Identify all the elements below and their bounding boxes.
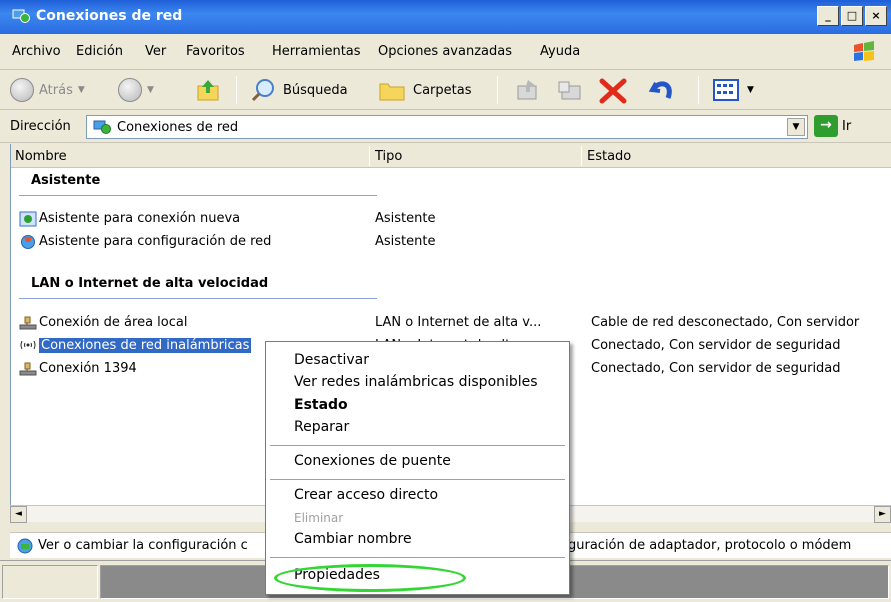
forward-arrow-icon xyxy=(118,78,142,102)
network-connections-icon xyxy=(93,120,111,134)
close-button[interactable]: × xyxy=(865,6,887,26)
menu-ver[interactable]: Ver xyxy=(145,44,166,59)
item-type: Asistente xyxy=(375,234,436,249)
chevron-down-icon: ▼ xyxy=(747,85,754,95)
item-name: Conexión 1394 xyxy=(39,361,137,376)
windows-logo-icon xyxy=(854,41,874,61)
menu-separator xyxy=(270,445,565,446)
menu-item-estado[interactable]: Estado xyxy=(294,397,348,413)
item-status: Cable de red desconectado, Con servidor xyxy=(591,315,860,330)
menu-edicion[interactable]: Edición xyxy=(76,44,123,59)
menu-archivo[interactable]: Archivo xyxy=(12,44,61,59)
address-dropdown-button[interactable]: ▼ xyxy=(787,118,805,136)
menu-favoritos[interactable]: Favoritos xyxy=(186,44,245,59)
go-label: Ir xyxy=(842,118,852,134)
move-to-icon xyxy=(517,80,537,100)
go-button[interactable]: → Ir xyxy=(814,115,851,137)
highlight-annotation xyxy=(274,564,466,592)
search-button[interactable]: Búsqueda xyxy=(250,78,348,102)
info-text-right: guración de adaptador, protocolo o módem xyxy=(568,538,852,553)
list-item[interactable]: Conexión de área local LAN o Internet de… xyxy=(11,312,891,334)
delete-button[interactable] xyxy=(598,78,628,104)
item-type: Asistente xyxy=(375,211,436,226)
maximize-button[interactable]: □ xyxy=(841,6,863,26)
menu-ayuda[interactable]: Ayuda xyxy=(540,44,580,59)
item-status: Conectado, Con servidor de seguridad xyxy=(591,361,841,376)
column-header-tipo[interactable]: Tipo xyxy=(375,149,402,164)
item-name: Asistente para conexión nueva xyxy=(39,211,241,226)
back-arrow-icon xyxy=(10,78,34,102)
search-icon xyxy=(251,79,274,102)
address-bar: Dirección Conexiones de red ▼ → Ir xyxy=(0,111,891,143)
address-value: Conexiones de red xyxy=(117,120,239,135)
minimize-button[interactable]: _ xyxy=(817,6,839,26)
menu-item-reparar[interactable]: Reparar xyxy=(294,419,349,435)
group-header-lan: LAN o Internet de alta velocidad xyxy=(31,276,269,291)
address-input[interactable]: Conexiones de red ▼ xyxy=(86,115,808,139)
chevron-down-icon: ▼ xyxy=(147,85,154,95)
folders-icon xyxy=(379,83,405,101)
menu-bar: Archivo Edición Ver Favoritos Herramient… xyxy=(0,34,891,70)
group-divider xyxy=(19,298,377,299)
scroll-right-button[interactable]: ► xyxy=(874,506,891,523)
menu-separator xyxy=(270,557,565,558)
item-name: Conexión de área local xyxy=(39,315,188,330)
scroll-left-button[interactable]: ◄ xyxy=(10,506,27,523)
go-arrow-icon: → xyxy=(814,115,838,137)
lan-connection-icon xyxy=(19,316,37,330)
delete-x-icon xyxy=(599,78,627,104)
menu-item-conexiones-puente[interactable]: Conexiones de puente xyxy=(294,453,451,469)
item-status: Conectado, Con servidor de seguridad xyxy=(591,338,841,353)
move-to-button[interactable] xyxy=(514,78,542,102)
menu-item-cambiar-nombre[interactable]: Cambiar nombre xyxy=(294,531,412,547)
undo-icon xyxy=(648,81,672,99)
column-header-row: Nombre Tipo Estado xyxy=(11,144,891,168)
folder-up-icon xyxy=(197,80,219,101)
title-bar: Conexiones de red _ □ × xyxy=(0,0,891,34)
item-type: LAN o Internet de alta v... xyxy=(375,315,542,330)
search-label: Búsqueda xyxy=(283,82,348,98)
network-connections-icon xyxy=(12,9,30,23)
group-header-asistente: Asistente xyxy=(31,173,101,188)
folders-label: Carpetas xyxy=(413,82,472,98)
status-pane xyxy=(2,565,98,599)
menu-item-crear-acceso[interactable]: Crear acceso directo xyxy=(294,487,438,503)
copy-to-button[interactable] xyxy=(556,78,584,102)
lan-connection-icon xyxy=(19,362,37,376)
chevron-down-icon: ▼ xyxy=(77,85,85,95)
back-label: Atrás xyxy=(39,82,73,98)
back-button[interactable]: Atrás ▼ xyxy=(10,78,85,102)
column-header-nombre[interactable]: Nombre xyxy=(15,149,67,164)
column-header-estado[interactable]: Estado xyxy=(587,149,631,164)
menu-item-eliminar: Eliminar xyxy=(294,511,344,525)
address-label: Dirección xyxy=(10,119,71,134)
views-icon xyxy=(713,79,739,101)
wireless-connection-icon xyxy=(20,340,36,350)
window-title: Conexiones de red xyxy=(36,8,183,24)
toolbar: Atrás ▼ ▼ Búsqueda Carpetas ▼ xyxy=(0,70,891,110)
list-item[interactable]: Asistente para conexión nueva Asistente xyxy=(11,208,891,230)
menu-item-ver-redes[interactable]: Ver redes inalámbricas disponibles xyxy=(294,374,538,390)
folders-button[interactable]: Carpetas xyxy=(378,78,471,102)
item-name: Conexiones de red inalámbricas xyxy=(39,338,252,353)
network-icon xyxy=(17,538,33,554)
new-connection-wizard-icon xyxy=(19,211,37,227)
list-item[interactable]: Asistente para configuración de red Asis… xyxy=(11,231,891,253)
info-text-left: Ver o cambiar la configuración c xyxy=(38,538,248,553)
copy-to-icon xyxy=(558,81,581,100)
menu-herramientas[interactable]: Herramientas xyxy=(272,44,361,59)
up-folder-button[interactable] xyxy=(196,78,222,102)
menu-opciones-avanzadas[interactable]: Opciones avanzadas xyxy=(378,44,512,59)
item-name: Asistente para configuración de red xyxy=(39,234,272,249)
menu-separator xyxy=(270,479,565,480)
group-divider xyxy=(19,195,377,196)
undo-button[interactable] xyxy=(648,78,678,104)
network-setup-wizard-icon xyxy=(21,235,35,249)
menu-item-desactivar[interactable]: Desactivar xyxy=(294,352,369,368)
context-menu: Desactivar Ver redes inalámbricas dispon… xyxy=(265,341,570,595)
forward-button[interactable]: ▼ xyxy=(118,78,154,102)
views-button[interactable]: ▼ xyxy=(712,78,754,102)
